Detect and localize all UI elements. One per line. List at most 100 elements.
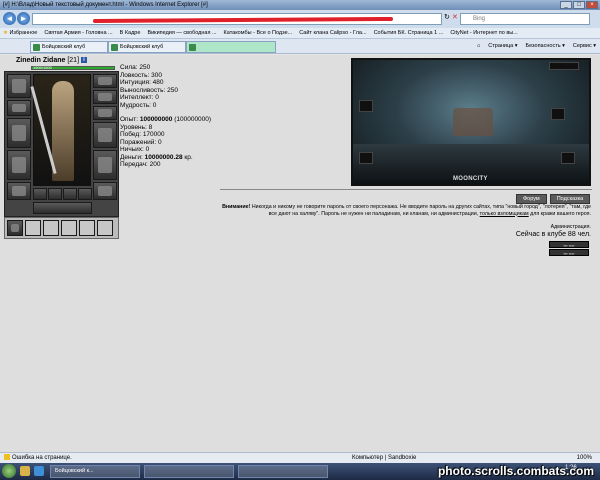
stat-draws: Ничьих: 0 <box>120 146 150 153</box>
maximize-button[interactable]: □ <box>573 1 585 9</box>
small-slot[interactable] <box>48 188 62 200</box>
building-icon[interactable] <box>359 152 373 164</box>
warrior-figure <box>52 81 74 181</box>
earring-slot[interactable] <box>7 100 31 116</box>
tab-item-active[interactable] <box>186 41 276 53</box>
refresh-icon[interactable]: ↻ <box>444 13 450 21</box>
forum-button[interactable]: Форум <box>516 194 547 204</box>
item-slot[interactable] <box>43 220 59 236</box>
shield-slot[interactable] <box>93 150 117 180</box>
item-slot[interactable] <box>97 220 113 236</box>
stat-endurance: Выносливость: 250 <box>120 86 178 94</box>
item-slot[interactable] <box>79 220 95 236</box>
minimize-button[interactable]: _ <box>560 1 572 9</box>
item-slot[interactable] <box>61 220 77 236</box>
stat-level: Уровень: 8 <box>120 123 153 131</box>
taskbar-item[interactable]: Бойцовский к... <box>50 465 140 478</box>
small-slot[interactable] <box>63 188 77 200</box>
building-icon[interactable] <box>359 100 373 112</box>
favorites-button[interactable]: ★ Избранное <box>3 28 37 38</box>
sign-icon[interactable] <box>549 62 579 70</box>
city-scene-image[interactable]: MOONCITY <box>351 58 591 186</box>
back-button[interactable]: ◄ <box>3 12 16 25</box>
browser-icon[interactable] <box>34 466 44 476</box>
armor-slot[interactable] <box>7 150 31 180</box>
building-icon[interactable] <box>551 108 565 120</box>
page-icon <box>111 44 118 51</box>
stat-losses: Поражений: 0 <box>120 138 162 146</box>
stat-transfers: Передач: 200 <box>120 161 161 168</box>
online-count: Сейчас в клубе 88 чел. <box>515 231 591 238</box>
folder-icon[interactable] <box>20 466 30 476</box>
info-icon[interactable]: i <box>80 57 87 64</box>
favorite-link[interactable]: Катакомбы - Все о Подзе... <box>224 28 293 38</box>
tools-menu[interactable]: Сервис ▾ <box>573 41 596 52</box>
forward-button[interactable]: ► <box>17 12 30 25</box>
amulet-slot[interactable] <box>93 74 117 88</box>
window-title: [#] H:\Влад\Новый текстовый документ.htm… <box>3 2 208 8</box>
ring-slot[interactable] <box>93 106 117 120</box>
counter-badge[interactable]: ▪▪▪ ▪▪▪▪ <box>549 241 589 248</box>
search-input[interactable]: Bing <box>460 13 590 25</box>
page-menu[interactable]: Страница ▾ <box>488 41 517 52</box>
favorite-link[interactable]: События БК. Страница 1 ... <box>374 28 444 38</box>
item-slot[interactable] <box>7 220 23 236</box>
helmet-slot[interactable] <box>7 74 31 98</box>
weapon-slot[interactable] <box>7 118 31 148</box>
scene-label: MOONCITY <box>453 176 488 182</box>
favorite-link[interactable]: Святая Армия - Головна ... <box>44 28 112 38</box>
tab-item[interactable]: Бойцовский клуб <box>30 41 108 53</box>
start-button[interactable] <box>2 464 16 478</box>
button-row: Форум Подсказка <box>516 194 591 204</box>
page-content: Zinedin Zidane [21] i 1500/1500 Сила: 25… <box>0 55 600 452</box>
password-warning: Внимание! Никогда и никому не говорите п… <box>222 204 591 217</box>
status-error[interactable]: Ошибка на странице. <box>12 455 72 461</box>
stat-agility: Ловкость: 300 <box>120 71 162 79</box>
command-bar: ⌂ Страница ▾ Безопасность ▾ Сервис ▾ <box>477 41 596 52</box>
belt-slots <box>4 217 119 239</box>
watermark-text: photo.scrolls.combats.com <box>437 464 594 478</box>
equipment-panel <box>4 71 119 217</box>
tab-bar: Бойцовский клуб Бойцовский клуб ⌂ Страни… <box>0 39 600 54</box>
item-slot[interactable] <box>25 220 41 236</box>
favorite-link[interactable]: В Кадре <box>120 28 141 38</box>
ring-slot[interactable] <box>93 90 117 104</box>
character-stats: Сила: 250 Ловкость: 300 Интуиция: 480 Вы… <box>120 64 211 169</box>
address-input[interactable] <box>32 13 442 25</box>
address-toolbar: ◄ ► ↻ ✕ Bing <box>0 10 600 28</box>
close-button[interactable]: × <box>586 1 598 9</box>
status-bar: Ошибка на странице. Компьютер | Sandboxi… <box>0 452 600 463</box>
stat-experience: Опыт: 100000000 (100000000) <box>120 116 212 123</box>
pants-slot[interactable] <box>33 202 92 214</box>
favorite-link[interactable]: Википедия — свободная ... <box>147 28 216 38</box>
small-slot[interactable] <box>78 188 92 200</box>
tab-item[interactable]: Бойцовский клуб <box>108 41 186 53</box>
taskbar-item[interactable] <box>144 465 234 478</box>
safety-menu[interactable]: Безопасность ▾ <box>526 41 565 52</box>
boots-slot[interactable] <box>93 182 117 200</box>
divider <box>220 189 592 190</box>
counter-badge[interactable]: ▪▪▪ ▪▪▪▪ <box>549 249 589 256</box>
administration-signature: Администрация. <box>550 224 591 230</box>
home-icon[interactable]: ⌂ <box>477 41 480 52</box>
stop-icon[interactable]: ✕ <box>452 13 458 21</box>
help-button[interactable]: Подсказка <box>549 194 591 204</box>
small-slot[interactable] <box>33 188 47 200</box>
gloves-slot[interactable] <box>93 122 117 148</box>
warning-icon[interactable] <box>4 454 10 461</box>
stat-intellect: Интеллект: 0 <box>120 94 159 101</box>
character-portrait <box>30 74 91 186</box>
window-titlebar: [#] H:\Влад\Новый текстовый документ.htm… <box>0 0 600 10</box>
building-icon[interactable] <box>561 152 575 164</box>
page-icon <box>189 44 196 51</box>
taskbar-item[interactable] <box>238 465 328 478</box>
character-name: Zinedin Zidane [21] i <box>16 57 87 64</box>
belt-slot[interactable] <box>7 182 31 200</box>
favorite-link[interactable]: CityNet - Интернет по вы... <box>450 28 517 38</box>
star-icon: ★ <box>3 30 8 36</box>
stat-intuition: Интуиция: 480 <box>120 79 164 86</box>
favorite-link[interactable]: Сайт клана Calipso - Гла... <box>299 28 366 38</box>
stat-money: Деньги: 10000000.28 кр. <box>120 153 193 161</box>
thieves-link[interactable]: только взломщикам <box>480 211 529 217</box>
castle-building[interactable] <box>453 108 493 136</box>
